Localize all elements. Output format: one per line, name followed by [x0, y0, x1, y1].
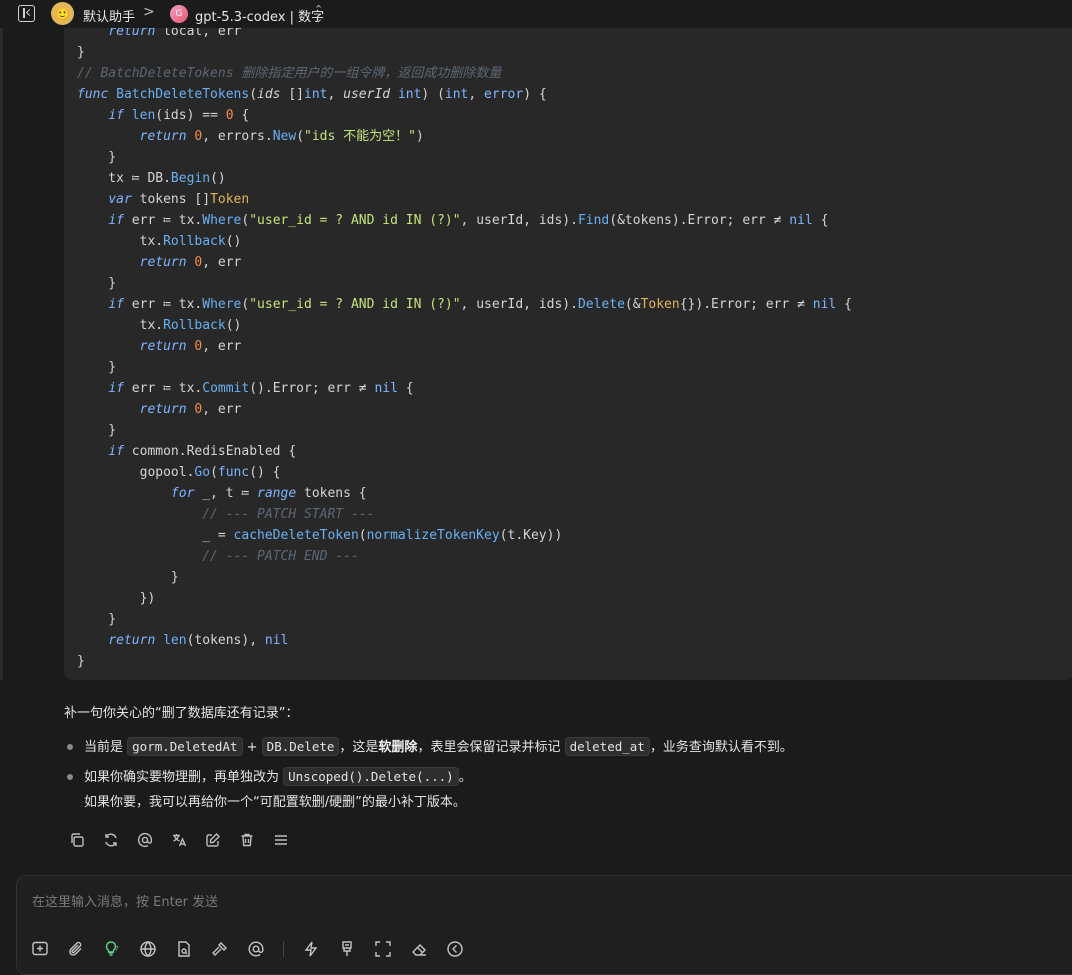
inline-code: DB.Delete [261, 737, 340, 756]
new-topic-icon[interactable] [31, 940, 49, 958]
inline-code: deleted_at [564, 737, 650, 756]
message-actions [69, 832, 289, 848]
reasoning-icon[interactable]: ? [103, 940, 121, 958]
assistant-name[interactable]: 默认助手 [83, 6, 135, 25]
regenerate-icon[interactable] [103, 832, 119, 848]
toolbar-divider [283, 941, 284, 957]
chevron-right-icon: > [143, 4, 155, 20]
mcp-tools-icon[interactable] [211, 940, 229, 958]
eraser-icon[interactable] [410, 940, 428, 958]
message-followup: 如果你要，我可以再给你一个“可配置软删/硬删”的最小补丁版本。 [84, 795, 466, 810]
assistant-avatar[interactable]: 🙂 [51, 2, 74, 25]
code-block: return local, err } // BatchDeleteTokens… [64, 28, 1072, 680]
message-input-box[interactable] [16, 875, 1072, 975]
delete-icon[interactable] [239, 832, 255, 848]
expand-icon[interactable] [374, 940, 392, 958]
inline-code: gorm.DeletedAt [127, 737, 243, 756]
bullet-list: 当前是 gorm.DeletedAt + DB.Delete ，这是软删除，表里会… [64, 736, 793, 796]
knowledge-icon[interactable] [175, 940, 193, 958]
translate-icon[interactable] [171, 832, 187, 848]
svg-text:?: ? [115, 945, 119, 953]
top-bar: 🙂 默认助手 > G gpt-5.3-codex | 数字 ⌃ ⌄ [0, 0, 1072, 28]
message-intro: 补一句你关心的“删了数据库还有记录”： [64, 706, 299, 721]
mention-icon[interactable] [137, 832, 153, 848]
quick-phrase-icon[interactable] [302, 940, 320, 958]
mention-model-icon[interactable] [247, 940, 265, 958]
attachment-icon[interactable] [67, 940, 85, 958]
message-edge [0, 28, 3, 680]
menu-icon[interactable] [273, 832, 289, 848]
sidebar-toggle-icon[interactable] [18, 5, 35, 22]
input-toolbar: ? [31, 940, 464, 958]
edit-icon[interactable] [205, 832, 221, 848]
web-search-icon[interactable] [139, 940, 157, 958]
list-item: 当前是 gorm.DeletedAt + DB.Delete ，这是软删除，表里会… [64, 736, 793, 758]
model-icon[interactable]: G [170, 5, 188, 23]
list-item: 如果你确实要物理删，再单独改为 Unscoped().Delete(...)。 [64, 766, 793, 788]
copy-icon[interactable] [69, 832, 85, 848]
model-selector[interactable]: gpt-5.3-codex | 数字 [195, 6, 324, 25]
chevron-updown-icon[interactable]: ⌃ ⌄ [314, 4, 323, 24]
code-content: return local, err } // BatchDeleteTokens… [77, 28, 852, 669]
inline-code: Unscoped().Delete(...) [283, 767, 459, 786]
back-icon[interactable] [446, 940, 464, 958]
message-input[interactable]: 在这里输入消息，按 Enter 发送 [32, 891, 218, 910]
clear-icon[interactable] [338, 940, 356, 958]
